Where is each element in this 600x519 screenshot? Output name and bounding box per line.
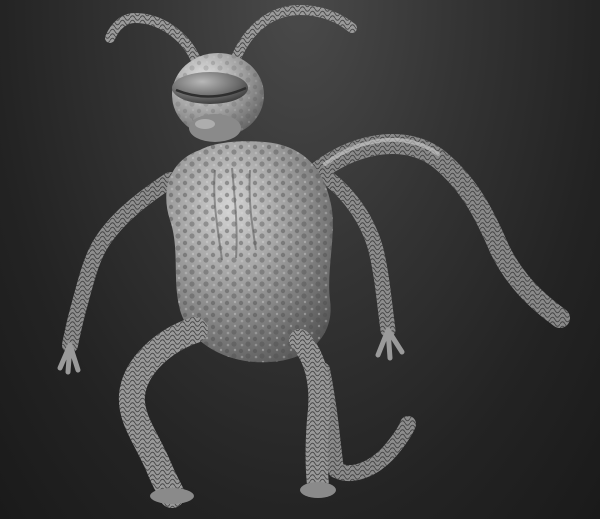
right-antenna: [231, 4, 357, 63]
right-rear-leg: [314, 362, 416, 481]
creature-sculpt: [57, 4, 570, 508]
sculpt-viewport: [0, 0, 600, 519]
left-front-leg: [118, 317, 208, 508]
head: [172, 53, 264, 142]
visor: [172, 72, 248, 104]
tail: [310, 134, 570, 328]
left-antenna: [105, 12, 201, 65]
left-foot: [150, 488, 194, 504]
right-foot: [300, 482, 336, 498]
right-arm: [320, 170, 405, 361]
